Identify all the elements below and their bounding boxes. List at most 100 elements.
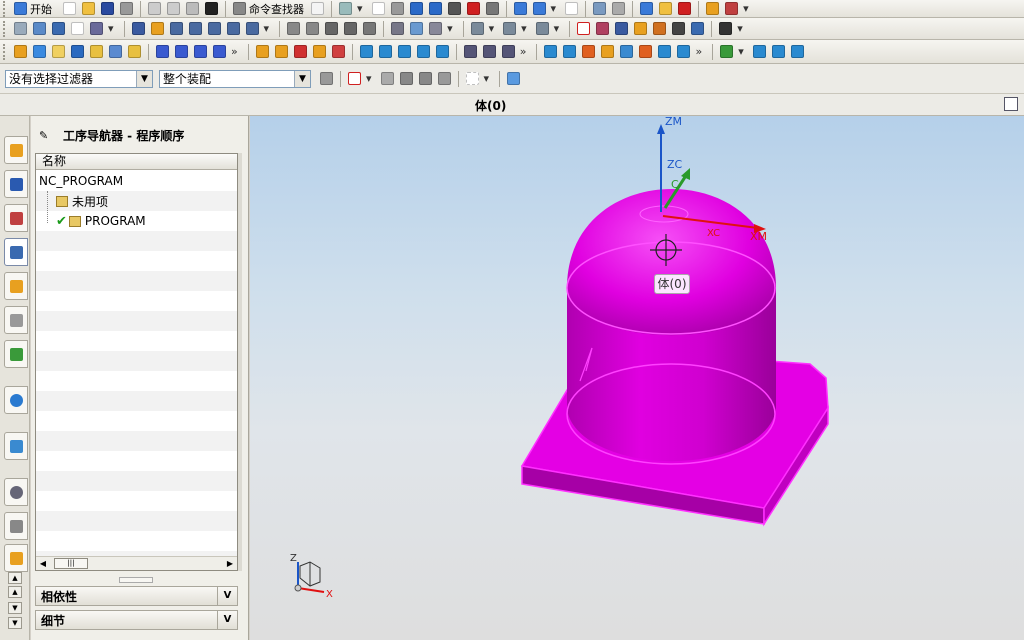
chevron-down-icon[interactable]: ▼ bbox=[136, 70, 152, 87]
layout-grid-icon[interactable] bbox=[463, 45, 477, 58]
snap-point-icon[interactable] bbox=[752, 45, 766, 58]
redo-icon[interactable] bbox=[428, 2, 442, 15]
select-icon[interactable] bbox=[14, 22, 27, 35]
curve-icon[interactable] bbox=[188, 22, 202, 35]
sketch-icon[interactable] bbox=[359, 45, 373, 58]
dashboard-icon[interactable] bbox=[706, 2, 720, 15]
gear-icon[interactable] bbox=[391, 22, 405, 35]
next-icon[interactable] bbox=[175, 45, 188, 58]
scroll-right-icon[interactable]: ▶ bbox=[223, 557, 237, 570]
extrude-icon[interactable] bbox=[378, 45, 392, 58]
show-all-icon[interactable] bbox=[90, 45, 103, 58]
chevron-down-icon[interactable]: ▼ bbox=[294, 70, 310, 87]
chart-icon[interactable] bbox=[371, 2, 385, 15]
hammer-icon[interactable] bbox=[90, 22, 103, 35]
vertical-scrollbar[interactable] bbox=[238, 153, 242, 571]
tab-internet[interactable] bbox=[4, 386, 28, 414]
flag-icon[interactable] bbox=[659, 2, 673, 15]
tab-operation-navigator[interactable] bbox=[4, 238, 28, 266]
box-icon[interactable] bbox=[312, 45, 326, 58]
play-icon[interactable] bbox=[470, 22, 484, 35]
selection-filter-dropdown[interactable]: 没有选择过滤器 ▼ bbox=[5, 69, 153, 88]
component-icon[interactable] bbox=[513, 2, 527, 15]
angle-icon[interactable] bbox=[435, 45, 449, 58]
undo-icon[interactable] bbox=[380, 72, 394, 85]
chevron-down-icon[interactable]: ▾ bbox=[551, 2, 557, 15]
chevron-down-icon[interactable]: ▾ bbox=[737, 22, 743, 35]
prev-icon[interactable] bbox=[194, 45, 207, 58]
revolve-icon[interactable] bbox=[397, 45, 411, 58]
pin-icon[interactable]: ✎ bbox=[39, 129, 51, 142]
pin-icon[interactable] bbox=[640, 2, 654, 15]
toolbar-grip[interactable] bbox=[3, 43, 7, 60]
toolbar-grip[interactable] bbox=[3, 20, 7, 37]
tab-help[interactable] bbox=[4, 432, 28, 460]
move-icon[interactable] bbox=[790, 45, 804, 58]
settings-icon[interactable] bbox=[485, 2, 499, 15]
tab-system-materials[interactable] bbox=[4, 512, 28, 540]
route-icon[interactable] bbox=[612, 2, 626, 15]
tab-part-navigator[interactable] bbox=[4, 204, 28, 232]
details-panel-header[interactable]: 细节 V bbox=[35, 610, 238, 630]
column-header-name[interactable]: 名称 bbox=[36, 154, 237, 170]
text-icon[interactable] bbox=[255, 45, 269, 58]
flag-icon[interactable] bbox=[535, 22, 549, 35]
cut-icon[interactable] bbox=[148, 2, 161, 15]
tab-machine-tool-navigator[interactable] bbox=[4, 272, 28, 300]
save-icon[interactable] bbox=[101, 2, 114, 15]
open-folder-icon[interactable] bbox=[82, 2, 95, 15]
vertex-icon[interactable] bbox=[226, 22, 240, 35]
operation-icon[interactable] bbox=[596, 22, 610, 35]
chevron-down-icon[interactable]: ▾ bbox=[484, 72, 490, 85]
rectangle-select-icon[interactable] bbox=[465, 72, 479, 85]
dimension-alt-icon[interactable] bbox=[677, 45, 691, 58]
chevron-right-icon[interactable]: » bbox=[520, 45, 527, 58]
shaded-icon[interactable] bbox=[507, 72, 521, 85]
rail-scroll-bottom[interactable]: ▼ bbox=[8, 617, 22, 629]
tool-icon[interactable] bbox=[577, 22, 591, 35]
snap-point-icon[interactable] bbox=[348, 72, 361, 85]
pan-icon[interactable] bbox=[418, 72, 432, 85]
layer-icon[interactable] bbox=[593, 2, 607, 15]
panel-splitter[interactable] bbox=[119, 577, 153, 583]
edge-icon[interactable] bbox=[207, 22, 221, 35]
rail-scroll-top[interactable]: ▲ bbox=[8, 572, 22, 584]
tab-assembly-navigator[interactable] bbox=[4, 136, 28, 164]
rail-scroll-down[interactable]: ▼ bbox=[8, 602, 22, 614]
show-icon[interactable] bbox=[71, 45, 84, 58]
snap-grid-icon[interactable] bbox=[771, 45, 785, 58]
chevron-right-icon[interactable]: » bbox=[231, 45, 238, 58]
play-icon[interactable] bbox=[503, 22, 517, 35]
measure-icon[interactable] bbox=[678, 2, 692, 15]
check-icon[interactable] bbox=[720, 45, 734, 58]
chevron-down-icon[interactable]: V bbox=[217, 611, 237, 629]
toolbar-grip[interactable] bbox=[3, 0, 7, 17]
close-icon[interactable] bbox=[205, 2, 218, 15]
chevron-down-icon[interactable]: ▾ bbox=[521, 22, 527, 35]
cursor-icon[interactable] bbox=[131, 22, 145, 35]
line-icon[interactable] bbox=[544, 45, 558, 58]
chevron-down-icon[interactable]: ▾ bbox=[738, 45, 744, 58]
color-icon[interactable] bbox=[466, 2, 480, 15]
chevron-down-icon[interactable]: ▾ bbox=[366, 72, 372, 85]
model-canvas[interactable]: ZM ZC C XC XM Z X bbox=[250, 116, 1024, 640]
tab-constraint-navigator[interactable] bbox=[4, 170, 28, 198]
undo-icon[interactable] bbox=[409, 2, 423, 15]
select-solid-icon[interactable] bbox=[52, 22, 65, 35]
play-icon[interactable] bbox=[532, 2, 546, 15]
layout-split-icon[interactable] bbox=[482, 45, 496, 58]
zoom-icon[interactable] bbox=[437, 72, 451, 85]
snapshot-icon[interactable] bbox=[447, 2, 461, 15]
tree-row-program[interactable]: ✔ PROGRAM bbox=[36, 211, 237, 231]
display-icon[interactable] bbox=[14, 45, 27, 58]
frame-icon[interactable] bbox=[565, 2, 579, 15]
print-icon[interactable] bbox=[120, 2, 133, 15]
arrange-icon[interactable] bbox=[306, 22, 320, 35]
dimension-icon[interactable] bbox=[658, 45, 672, 58]
maximize-icon[interactable] bbox=[1004, 97, 1018, 111]
grid-icon[interactable] bbox=[363, 22, 377, 35]
target-icon[interactable] bbox=[639, 45, 653, 58]
bulb-off-icon[interactable] bbox=[52, 45, 65, 58]
scroll-left-icon[interactable]: ◀ bbox=[36, 557, 50, 570]
command-finder-icon[interactable] bbox=[233, 2, 246, 15]
